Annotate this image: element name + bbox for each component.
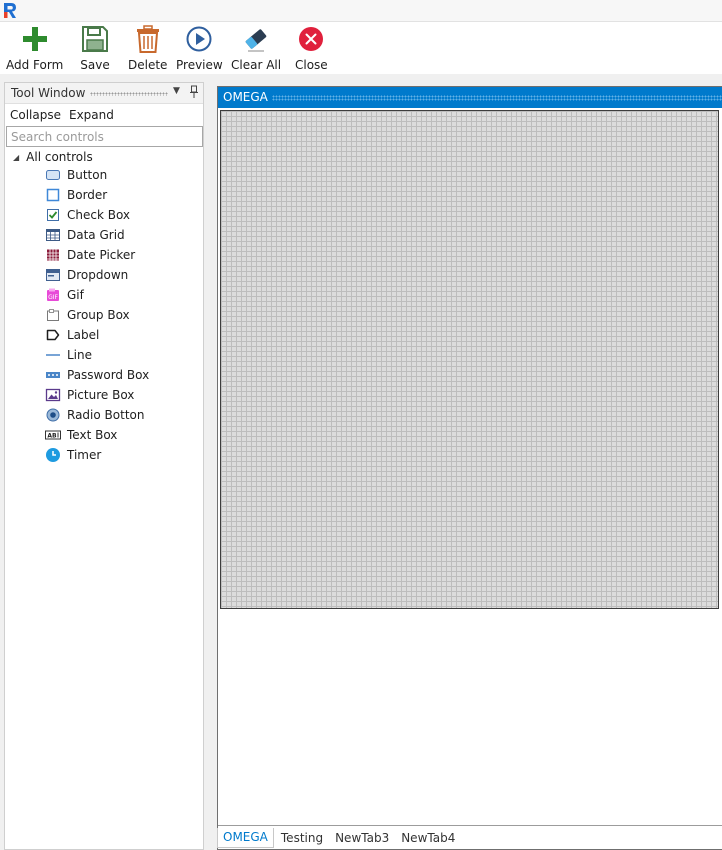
design-canvas[interactable]: [220, 110, 719, 609]
trash-icon: [133, 24, 163, 54]
tab-testing[interactable]: Testing: [276, 829, 328, 848]
button-icon: [45, 167, 61, 183]
tool-window-header[interactable]: Tool Window ▼: [5, 83, 203, 104]
checkbox-icon: [45, 207, 61, 223]
tab-newtab3[interactable]: NewTab3: [330, 829, 394, 848]
control-item-data-grid[interactable]: Data Grid: [45, 225, 149, 245]
password-icon: [45, 367, 61, 383]
plus-icon: [20, 24, 50, 54]
tree-actions: Collapse Expand: [10, 108, 122, 122]
label-icon: [45, 327, 61, 343]
collapse-link[interactable]: Collapse: [10, 108, 61, 122]
control-item-password-box[interactable]: Password Box: [45, 365, 149, 385]
control-item-radio-botton[interactable]: Radio Botton: [45, 405, 149, 425]
timer-icon: [45, 447, 61, 463]
line-icon: [45, 347, 61, 363]
tree-root-all-controls[interactable]: ◢ All controls: [13, 150, 93, 164]
control-item-gif[interactable]: GIF Gif: [45, 285, 149, 305]
calendar-icon: [45, 247, 61, 263]
eraser-icon: [241, 24, 271, 54]
pin-icon[interactable]: [189, 85, 199, 99]
control-item-date-picker[interactable]: Date Picker: [45, 245, 149, 265]
title-bar: [0, 0, 722, 22]
control-item-line[interactable]: Line: [45, 345, 149, 365]
textbox-icon: AB: [45, 427, 61, 443]
collapse-triangle-icon[interactable]: ◢: [13, 153, 19, 162]
play-icon: [184, 24, 214, 54]
svg-text:AB: AB: [47, 433, 57, 440]
border-icon: [45, 187, 61, 203]
control-item-text-box[interactable]: AB Text Box: [45, 425, 149, 445]
groupbox-icon: [45, 307, 61, 323]
grip-icon: [272, 95, 722, 101]
app-logo-icon: [4, 3, 16, 18]
tab-omega[interactable]: OMEGA: [217, 828, 274, 848]
dropdown-icon: [45, 267, 61, 283]
control-item-button[interactable]: Button: [45, 165, 149, 185]
dropdown-arrow-icon[interactable]: ▼: [173, 86, 180, 96]
delete-button[interactable]: Delete: [128, 24, 167, 72]
main-toolbar: Add Form Save Delete Preview Clear All C…: [0, 22, 722, 74]
control-item-label[interactable]: Label: [45, 325, 149, 345]
picture-icon: [45, 387, 61, 403]
save-button[interactable]: Save: [80, 24, 110, 72]
control-item-group-box[interactable]: Group Box: [45, 305, 149, 325]
gif-icon: GIF: [45, 287, 61, 303]
document-header[interactable]: OMEGA: [218, 87, 722, 108]
control-item-timer[interactable]: Timer: [45, 445, 149, 465]
control-item-dropdown[interactable]: Dropdown: [45, 265, 149, 285]
clear-all-button[interactable]: Clear All: [231, 24, 281, 72]
document-title: OMEGA: [223, 90, 268, 104]
document-area: OMEGA: [217, 86, 722, 850]
svg-text:GIF: GIF: [48, 294, 58, 301]
document-tabstrip: OMEGA Testing NewTab3 NewTab4: [217, 826, 462, 848]
control-item-border[interactable]: Border: [45, 185, 149, 205]
expand-link[interactable]: Expand: [69, 108, 114, 122]
add-form-button[interactable]: Add Form: [6, 24, 63, 72]
control-item-picture-box[interactable]: Picture Box: [45, 385, 149, 405]
control-item-check-box[interactable]: Check Box: [45, 205, 149, 225]
close-button[interactable]: Close: [295, 24, 328, 72]
controls-list: Button Border Check Box Data Grid Date P…: [45, 165, 149, 465]
tree-root-label: All controls: [26, 150, 93, 164]
grip-icon: [90, 92, 168, 96]
datagrid-icon: [45, 227, 61, 243]
floppy-icon: [80, 24, 110, 54]
tool-window-title: Tool Window: [11, 86, 86, 100]
tool-window-panel: Tool Window ▼ Collapse Expand ◢ All contr…: [4, 82, 204, 850]
tab-newtab4[interactable]: NewTab4: [396, 829, 460, 848]
preview-button[interactable]: Preview: [176, 24, 223, 72]
search-controls-input[interactable]: [6, 126, 203, 147]
radio-icon: [45, 407, 61, 423]
close-icon: [296, 24, 326, 54]
